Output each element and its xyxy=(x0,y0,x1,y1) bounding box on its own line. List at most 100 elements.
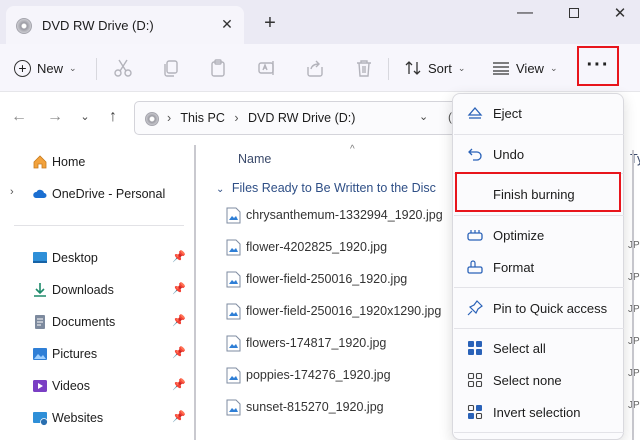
view-button[interactable]: View ⌄ xyxy=(492,56,558,80)
menu-item-label: Invert selection xyxy=(493,405,581,420)
menu-item-eject[interactable]: Eject xyxy=(457,97,621,129)
cut-icon[interactable] xyxy=(112,57,134,79)
up-button[interactable]: ↑ xyxy=(102,106,124,128)
see-more-button[interactable]: ··· xyxy=(577,46,619,86)
file-row[interactable]: flowers-174817_1920.jpg xyxy=(226,332,466,356)
see-more-menu: Eject Undo Finish burning Optimize Forma… xyxy=(452,93,624,440)
menu-item-invert-selection[interactable]: Invert selection xyxy=(457,396,621,428)
sidebar-scrollbar[interactable] xyxy=(194,145,196,440)
pin-icon[interactable]: 📌 xyxy=(172,410,186,423)
select-none-icon xyxy=(467,372,483,388)
menu-separator xyxy=(454,432,624,433)
pin-icon[interactable]: 📌 xyxy=(172,346,186,359)
pin-icon[interactable]: 📌 xyxy=(172,314,186,327)
column-header-name[interactable]: Name xyxy=(238,152,271,166)
pictures-icon xyxy=(33,348,47,360)
sidebar-item-websites[interactable]: Websites 📌 xyxy=(0,405,196,431)
file-row[interactable]: flower-field-250016_1920x1290.jpg xyxy=(226,300,466,324)
chevron-down-icon: ⌄ xyxy=(216,184,225,195)
file-row[interactable]: chrysanthemum-1332994_1920.jpg xyxy=(226,204,466,228)
sidebar-item-documents[interactable]: Documents 📌 xyxy=(0,309,196,335)
tab-close-button[interactable]: ✕ xyxy=(216,13,238,35)
sidebar-item-label: Desktop xyxy=(52,251,98,265)
sidebar-divider xyxy=(14,225,184,226)
image-file-icon xyxy=(226,239,241,256)
group-header-label: Files Ready to Be Written to the Disc xyxy=(231,181,436,195)
maximize-button[interactable] xyxy=(562,4,586,24)
share-icon[interactable] xyxy=(304,57,326,79)
sidebar-item-home[interactable]: Home xyxy=(0,149,196,175)
menu-item-select-all[interactable]: Select all xyxy=(457,332,621,364)
pin-icon[interactable]: 📌 xyxy=(172,250,186,263)
sidebar-item-desktop[interactable]: Desktop 📌 xyxy=(0,245,196,271)
sidebar-item-downloads[interactable]: Downloads 📌 xyxy=(0,277,196,303)
file-row[interactable]: flower-4202825_1920.jpg xyxy=(226,236,466,260)
new-button[interactable]: + New ⌄ xyxy=(14,56,77,80)
command-bar: + New ⌄ Sort ⌄ View ⌄ ··· xyxy=(0,44,640,92)
chevron-right-icon[interactable]: › xyxy=(10,186,14,198)
file-name: flower-4202825_1920.jpg xyxy=(246,240,388,254)
videos-icon xyxy=(33,380,47,392)
sidebar-item-onedrive[interactable]: › OneDrive - Personal xyxy=(0,181,196,207)
pin-icon[interactable]: 📌 xyxy=(172,378,186,391)
sidebar-item-videos[interactable]: Videos 📌 xyxy=(0,373,196,399)
sidebar-item-label: Home xyxy=(52,155,86,169)
cloud-icon xyxy=(33,189,47,198)
sidebar-item-label: Downloads xyxy=(52,283,114,297)
breadcrumb-separator-icon: › xyxy=(167,111,172,125)
minimize-button[interactable]: — xyxy=(510,4,540,24)
address-bar[interactable]: › This PC › DVD RW Drive (D:) ⌄ xyxy=(134,101,459,135)
menu-item-pin-quick-access[interactable]: Pin to Quick access xyxy=(457,292,621,324)
copy-icon[interactable] xyxy=(160,57,182,79)
breadcrumb-this-pc[interactable]: This PC xyxy=(180,111,224,125)
sort-button[interactable]: Sort ⌄ xyxy=(404,56,465,80)
toolbar-divider xyxy=(96,58,97,80)
disc-drive-icon xyxy=(16,18,32,34)
forward-button[interactable]: → xyxy=(44,106,66,128)
breadcrumb: › This PC › DVD RW Drive (D:) xyxy=(167,111,355,125)
plus-circle-icon: + xyxy=(14,59,31,77)
group-header[interactable]: ⌄ Files Ready to Be Written to the Disc xyxy=(216,181,436,195)
chevron-down-icon: ⌄ xyxy=(549,62,558,73)
file-list-scrollbar[interactable] xyxy=(632,150,634,440)
delete-icon[interactable] xyxy=(353,57,375,79)
eject-icon xyxy=(467,107,483,119)
window-tab[interactable]: DVD RW Drive (D:) ✕ xyxy=(6,6,244,44)
file-name: flowers-174817_1920.jpg xyxy=(246,336,387,350)
invert-selection-icon xyxy=(467,404,483,420)
menu-item-undo[interactable]: Undo xyxy=(457,138,621,170)
paste-icon[interactable] xyxy=(207,57,229,79)
title-bar: DVD RW Drive (D:) ✕ + — ✕ xyxy=(0,0,640,44)
menu-item-label: Select all xyxy=(493,341,546,356)
file-row[interactable]: flower-field-250016_1920.jpg xyxy=(226,268,466,292)
sidebar-item-label: Pictures xyxy=(52,347,98,361)
menu-item-label: Select none xyxy=(493,373,562,388)
breadcrumb-dvd-drive[interactable]: DVD RW Drive (D:) xyxy=(248,111,355,125)
back-button[interactable]: ← xyxy=(8,106,30,128)
sidebar-item-pictures[interactable]: Pictures 📌 xyxy=(0,341,196,367)
chevron-down-icon: ⌄ xyxy=(69,62,77,73)
file-row[interactable]: poppies-174276_1920.jpg xyxy=(226,364,466,388)
image-file-icon xyxy=(226,207,241,224)
menu-item-select-none[interactable]: Select none xyxy=(457,364,621,396)
file-row[interactable]: sunset-815270_1920.jpg xyxy=(226,396,466,420)
rename-icon[interactable] xyxy=(256,57,278,79)
websites-icon xyxy=(33,412,48,426)
format-icon xyxy=(467,260,483,274)
menu-item-optimize[interactable]: Optimize xyxy=(457,219,621,251)
close-window-button[interactable]: ✕ xyxy=(608,4,632,24)
sidebar-item-label: OneDrive - Personal xyxy=(52,187,166,201)
sort-button-label: Sort xyxy=(428,60,452,76)
maximize-icon xyxy=(569,8,579,18)
new-button-label: New xyxy=(37,60,64,76)
address-dropdown-button[interactable]: ⌄ xyxy=(419,110,428,123)
breadcrumb-separator-icon: › xyxy=(234,111,239,125)
select-all-icon xyxy=(468,341,482,355)
recent-locations-button[interactable]: ⌄ xyxy=(74,106,96,128)
menu-item-format[interactable]: Format xyxy=(457,251,621,283)
menu-separator xyxy=(454,134,624,135)
view-icon xyxy=(493,62,509,75)
pin-icon[interactable]: 📌 xyxy=(172,282,186,295)
new-tab-button[interactable]: + xyxy=(258,12,282,34)
toolbar-divider xyxy=(388,58,389,80)
